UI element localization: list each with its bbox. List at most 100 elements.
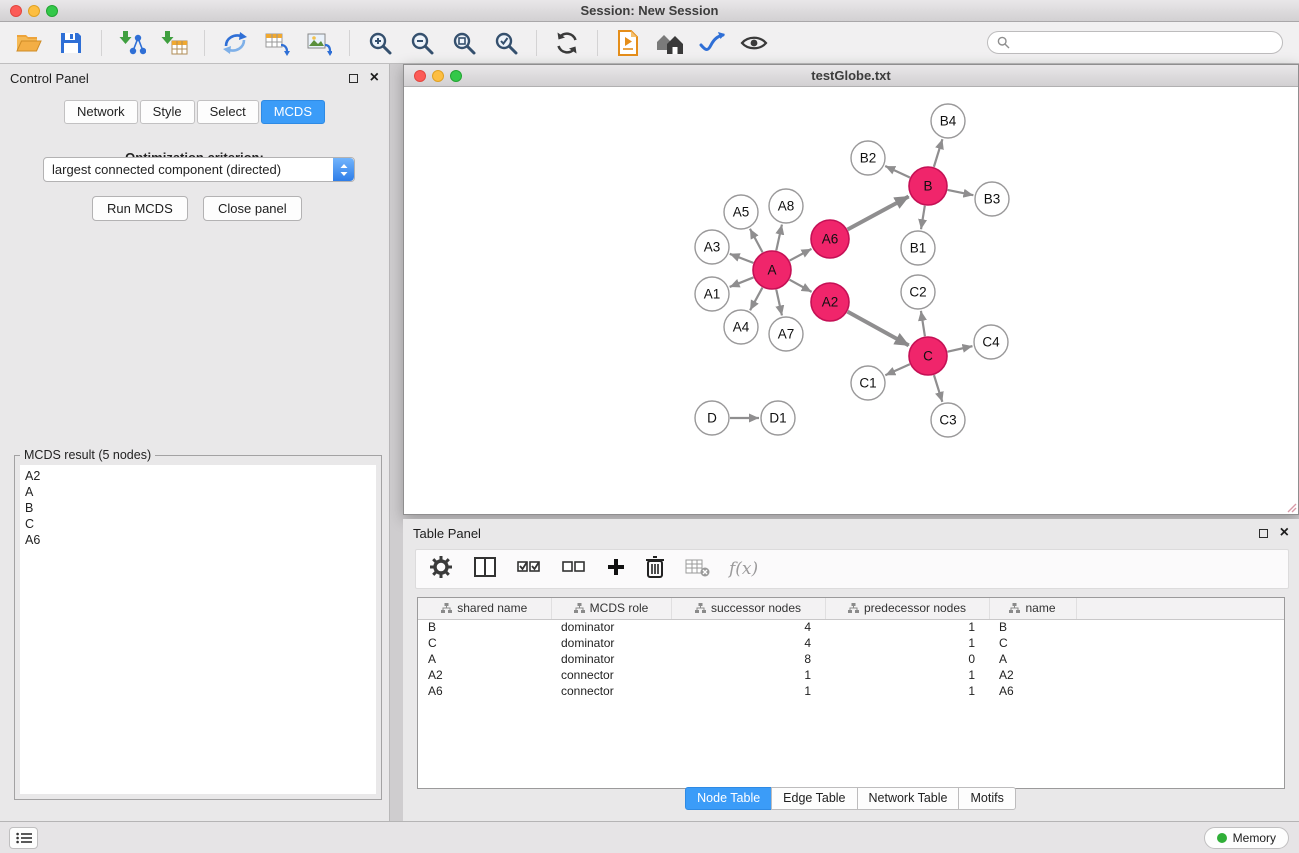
- network-node[interactable]: B3: [975, 182, 1009, 216]
- show-graphics-button[interactable]: [733, 25, 775, 61]
- network-node[interactable]: C4: [974, 325, 1008, 359]
- zoom-fit-button[interactable]: [443, 25, 485, 61]
- table-row[interactable]: A6connector11A6: [418, 683, 1284, 699]
- criterion-dropdown[interactable]: largest connected component (directed): [43, 157, 355, 182]
- network-edge[interactable]: [750, 229, 763, 253]
- network-edge[interactable]: [730, 277, 754, 287]
- task-history-button[interactable]: [9, 827, 38, 849]
- network-edge[interactable]: [848, 196, 909, 229]
- network-edge[interactable]: [921, 311, 925, 336]
- network-edge[interactable]: [790, 280, 812, 292]
- close-panel-button[interactable]: Close panel: [203, 196, 302, 221]
- network-node[interactable]: B1: [901, 231, 935, 265]
- zoom-window-button[interactable]: [46, 5, 58, 17]
- run-mcds-button[interactable]: Run MCDS: [92, 196, 188, 221]
- column-header[interactable]: shared name: [418, 598, 551, 619]
- network-close-button[interactable]: [414, 70, 426, 82]
- network-edge[interactable]: [776, 225, 782, 251]
- resize-grip-icon[interactable]: [1285, 501, 1297, 513]
- export-table-button[interactable]: [256, 25, 298, 61]
- search-field[interactable]: [987, 31, 1283, 54]
- network-node[interactable]: A2: [811, 283, 849, 321]
- network-node[interactable]: A1: [695, 277, 729, 311]
- tab-style[interactable]: Style: [140, 100, 195, 124]
- zoom-out-button[interactable]: [401, 25, 443, 61]
- table-row[interactable]: Cdominator41C: [418, 635, 1284, 651]
- network-zoom-button[interactable]: [450, 70, 462, 82]
- select-all-button[interactable]: [516, 556, 542, 583]
- export-image-button[interactable]: [298, 25, 340, 61]
- home-button[interactable]: [649, 25, 691, 61]
- network-node[interactable]: A: [753, 251, 791, 289]
- network-node[interactable]: A6: [811, 220, 849, 258]
- export-network-button[interactable]: [214, 25, 256, 61]
- close-window-button[interactable]: [10, 5, 22, 17]
- network-node[interactable]: C: [909, 337, 947, 375]
- network-node[interactable]: D: [695, 401, 729, 435]
- network-edge[interactable]: [848, 312, 909, 346]
- node-table[interactable]: shared nameMCDS rolesuccessor nodesprede…: [417, 597, 1285, 789]
- function-builder-button[interactable]: f(x): [729, 559, 758, 579]
- memory-button[interactable]: Memory: [1204, 827, 1289, 849]
- minimize-window-button[interactable]: [28, 5, 40, 17]
- mcds-result-item[interactable]: B: [25, 500, 371, 516]
- tab-network-table[interactable]: Network Table: [857, 787, 960, 810]
- network-edge[interactable]: [948, 190, 974, 195]
- style-check-button[interactable]: [691, 25, 733, 61]
- column-header[interactable]: name: [989, 598, 1076, 619]
- mcds-result-item[interactable]: A: [25, 484, 371, 500]
- mcds-result-item[interactable]: C: [25, 516, 371, 532]
- tab-node-table[interactable]: Node Table: [685, 787, 772, 810]
- close-panel-icon[interactable]: ×: [370, 72, 379, 84]
- network-node[interactable]: A4: [724, 310, 758, 344]
- network-edge[interactable]: [921, 206, 925, 229]
- network-snapshot-button[interactable]: [607, 25, 649, 61]
- close-table-panel-icon[interactable]: ×: [1280, 527, 1289, 539]
- float-panel-button[interactable]: [349, 74, 358, 83]
- delete-column-button[interactable]: [645, 555, 665, 584]
- import-network-button[interactable]: [111, 25, 153, 61]
- network-edge[interactable]: [885, 166, 910, 178]
- show-columns-button[interactable]: [473, 556, 497, 583]
- network-minimize-button[interactable]: [432, 70, 444, 82]
- tab-mcds[interactable]: MCDS: [261, 100, 325, 124]
- table-row[interactable]: A2connector11A2: [418, 667, 1284, 683]
- network-node[interactable]: B: [909, 167, 947, 205]
- network-node[interactable]: D1: [761, 401, 795, 435]
- column-header[interactable]: successor nodes: [671, 598, 825, 619]
- float-table-panel-button[interactable]: [1259, 529, 1268, 538]
- import-table-button[interactable]: [153, 25, 195, 61]
- apply-layout-button[interactable]: [546, 25, 588, 61]
- tab-motifs[interactable]: Motifs: [958, 787, 1015, 810]
- network-edge[interactable]: [790, 249, 812, 261]
- network-node[interactable]: A8: [769, 189, 803, 223]
- network-canvas[interactable]: AA1A2A3A4A5A6A7A8BB1B2B3B4CC1C2C3C4DD1: [404, 87, 1298, 514]
- network-node[interactable]: C3: [931, 403, 965, 437]
- tab-edge-table[interactable]: Edge Table: [771, 787, 857, 810]
- network-edge[interactable]: [776, 290, 782, 316]
- table-row[interactable]: Adominator80A: [418, 651, 1284, 667]
- network-edge[interactable]: [750, 288, 762, 311]
- mcds-result-item[interactable]: A6: [25, 532, 371, 548]
- network-node[interactable]: B2: [851, 141, 885, 175]
- network-edge[interactable]: [885, 364, 909, 375]
- network-edge[interactable]: [934, 139, 943, 167]
- table-row[interactable]: Bdominator41B: [418, 619, 1284, 635]
- table-settings-button[interactable]: [428, 554, 454, 585]
- network-edge[interactable]: [934, 375, 942, 402]
- column-header[interactable]: predecessor nodes: [825, 598, 989, 619]
- network-node[interactable]: A3: [695, 230, 729, 264]
- search-input[interactable]: [1016, 36, 1273, 50]
- mcds-result-item[interactable]: A2: [25, 468, 371, 484]
- network-node[interactable]: C2: [901, 275, 935, 309]
- delete-table-button[interactable]: [684, 556, 710, 583]
- add-column-button[interactable]: [606, 557, 626, 582]
- zoom-selected-button[interactable]: [485, 25, 527, 61]
- network-edge[interactable]: [948, 346, 973, 352]
- network-node[interactable]: C1: [851, 366, 885, 400]
- network-node[interactable]: A7: [769, 317, 803, 351]
- tab-select[interactable]: Select: [197, 100, 259, 124]
- save-session-button[interactable]: [50, 25, 92, 61]
- tab-network[interactable]: Network: [64, 100, 138, 124]
- zoom-in-button[interactable]: [359, 25, 401, 61]
